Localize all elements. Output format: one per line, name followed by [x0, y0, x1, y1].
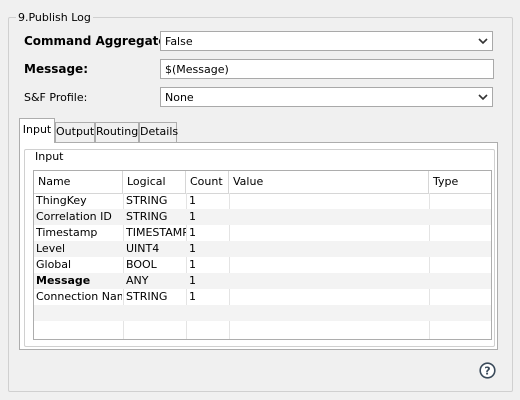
message-input[interactable]: [160, 59, 494, 79]
cell-logical: STRING: [126, 210, 168, 223]
message-label: Message:: [24, 62, 88, 76]
cell-logical: STRING: [126, 194, 168, 207]
cell-type: [432, 225, 490, 241]
table-row[interactable]: Connection Name STRING 1: [34, 289, 491, 305]
tab-routing[interactable]: Routing: [95, 122, 139, 142]
input-group-title: Input: [33, 150, 66, 163]
tab-output[interactable]: Output: [55, 122, 95, 142]
cell-value: [232, 225, 427, 241]
command-aggregator-value: False: [165, 35, 193, 48]
column-header-type[interactable]: Type: [429, 171, 491, 193]
column-header-value[interactable]: Value: [229, 171, 429, 193]
sf-profile-value: None: [165, 91, 194, 104]
cell-name: Level: [36, 242, 66, 255]
table-row[interactable]: Global BOOL 1: [34, 257, 491, 273]
input-group: Input Name Logical Count Value Type Thin…: [24, 149, 495, 347]
sf-profile-label: S&F Profile:: [24, 91, 88, 104]
chevron-down-icon: [478, 94, 488, 101]
cell-value: [232, 209, 427, 225]
cell-type: [432, 257, 490, 273]
table-row[interactable]: Correlation ID STRING 1: [34, 209, 491, 225]
cell-name: Connection Name: [36, 290, 122, 303]
cell-name: Message: [36, 274, 91, 287]
table-row[interactable]: Timestamp TIMESTAMP 1: [34, 225, 491, 241]
cell-type: [432, 241, 490, 257]
table-row[interactable]: ThingKey STRING 1: [34, 193, 491, 209]
chevron-down-icon: [478, 38, 488, 45]
cell-count: 1: [189, 290, 196, 303]
column-header-logical[interactable]: Logical: [123, 171, 186, 193]
cell-name: Global: [36, 258, 72, 271]
cell-count: 1: [189, 274, 196, 287]
svg-text:?: ?: [484, 365, 490, 378]
command-aggregator-label: Command Aggregator:: [24, 34, 178, 48]
cell-value: [232, 273, 427, 289]
table-row[interactable]: [34, 321, 491, 337]
cell-count: 1: [189, 258, 196, 271]
cell-name: Timestamp: [36, 226, 98, 239]
cell-value: [232, 241, 427, 257]
command-aggregator-dropdown[interactable]: False: [160, 31, 493, 51]
column-header-count[interactable]: Count: [186, 171, 229, 193]
cell-count: 1: [189, 210, 196, 223]
help-icon[interactable]: ?: [479, 362, 496, 379]
cell-logical: BOOL: [126, 258, 157, 271]
cell-logical: TIMESTAMP: [126, 226, 186, 239]
cell-logical: ANY: [126, 274, 149, 287]
table-row[interactable]: Level UINT4 1: [34, 241, 491, 257]
tab-details[interactable]: Details: [139, 122, 178, 142]
column-header-name[interactable]: Name: [34, 171, 123, 193]
cell-value: [232, 289, 427, 305]
cell-value: [232, 193, 427, 209]
cell-type: [432, 209, 490, 225]
cell-logical: STRING: [126, 290, 168, 303]
cell-value: [232, 257, 427, 273]
cell-type: [432, 289, 490, 305]
cell-count: 1: [189, 226, 196, 239]
cell-name: ThingKey: [36, 194, 87, 207]
cell-count: 1: [189, 194, 196, 207]
cell-count: 1: [189, 242, 196, 255]
input-tab-panel: Input Name Logical Count Value Type Thin…: [19, 142, 498, 350]
cell-type: [432, 273, 490, 289]
cell-logical: UINT4: [126, 242, 160, 255]
cell-name: Correlation ID: [36, 210, 112, 223]
input-table[interactable]: Name Logical Count Value Type ThingKey ST…: [33, 170, 492, 340]
tab-input[interactable]: Input: [19, 118, 55, 143]
group-title: 9.Publish Log: [16, 11, 93, 24]
sf-profile-dropdown[interactable]: None: [160, 87, 493, 107]
table-row[interactable]: [34, 305, 491, 321]
table-header: Name Logical Count Value Type: [34, 171, 491, 194]
cell-type: [432, 193, 490, 209]
table-row[interactable]: Message ANY 1: [34, 273, 491, 289]
